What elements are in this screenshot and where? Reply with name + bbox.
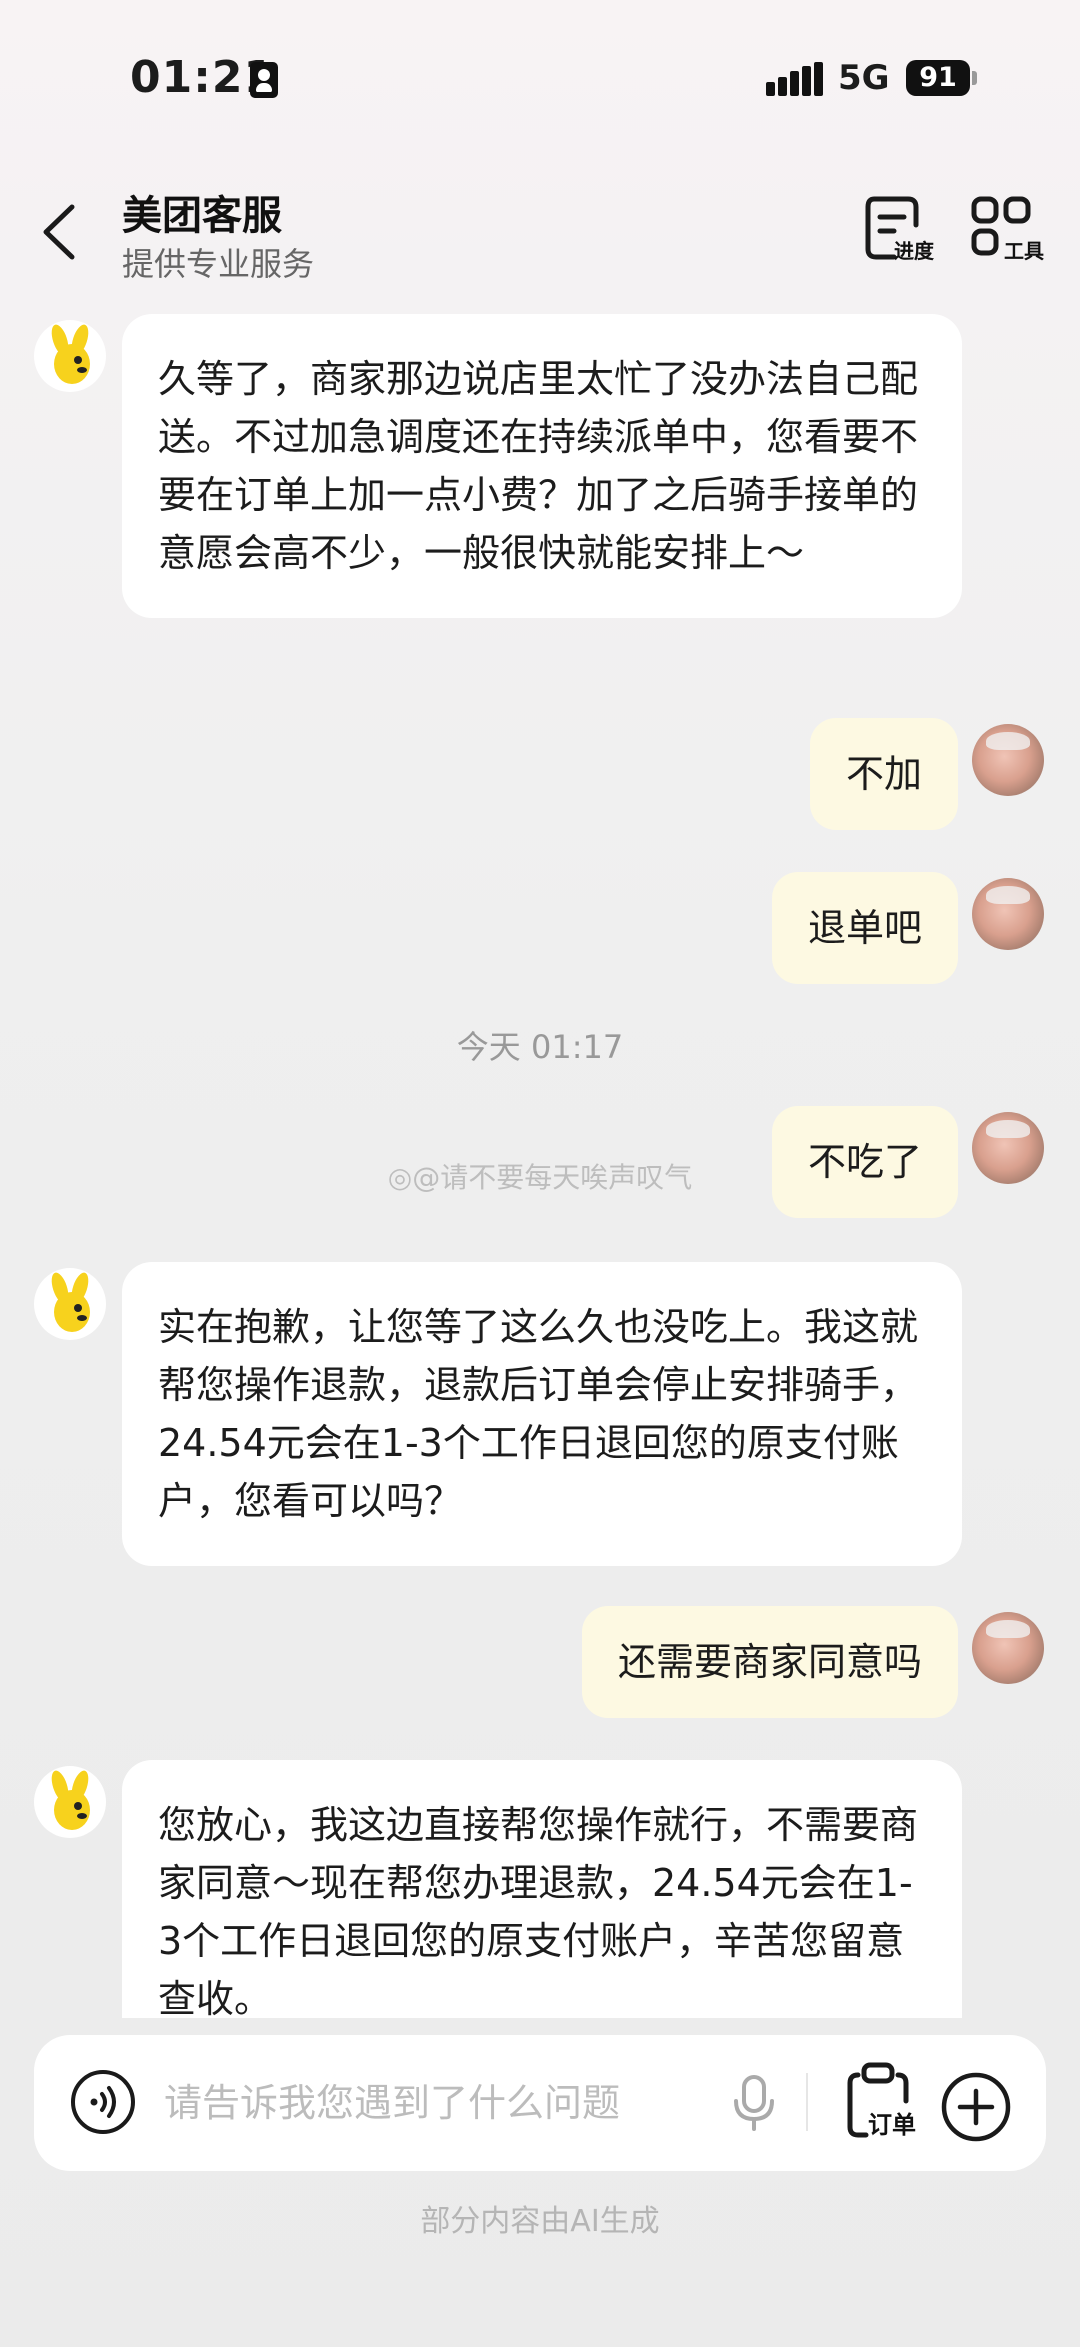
user-avatar [972, 1612, 1044, 1684]
chevron-left-icon [43, 204, 75, 260]
add-button[interactable] [940, 2071, 1012, 2143]
person-icon [250, 62, 278, 98]
order-label: 订单 [868, 2111, 916, 2139]
tools-button[interactable]: 工具 [970, 195, 1050, 265]
signal-icon [766, 62, 823, 96]
bot-avatar [34, 1766, 106, 1838]
mascot-icon [51, 1272, 90, 1332]
bot-avatar [34, 1268, 106, 1340]
mascot-icon [51, 1770, 90, 1830]
chat-header: 美团客服 提供专业服务 进度 工具 [0, 175, 1080, 295]
bot-avatar [34, 320, 106, 392]
network-type: 5G [838, 58, 890, 98]
page-subtitle: 提供专业服务 [122, 245, 315, 283]
bot-message: 实在抱歉，让您等了这么久也没吃上。我这就帮您操作退款，退款后订单会停止安排骑手，… [122, 1262, 962, 1566]
input-bar: 订单 [34, 2035, 1046, 2171]
plus-circle-icon [941, 2072, 1011, 2142]
progress-label: 进度 [894, 239, 934, 263]
microphone-button[interactable] [728, 2071, 780, 2135]
user-avatar [972, 878, 1044, 950]
user-message: 退单吧 [771, 872, 958, 984]
order-button[interactable]: 订单 [842, 2061, 934, 2141]
input-divider [806, 2073, 808, 2131]
bot-message: 久等了，商家那边说店里太忙了没办法自己配送。不过加急调度还在持续派单中，您看要不… [122, 314, 962, 618]
battery-icon: 91 [906, 60, 970, 96]
weibo-icon: ◎ [387, 1161, 413, 1194]
battery-tip [972, 71, 977, 85]
sound-wave-icon [71, 2070, 135, 2134]
watermark-text: @请不要每天唉声叹气 [412, 1161, 693, 1194]
progress-button[interactable]: 进度 [864, 195, 944, 265]
tools-label: 工具 [1004, 239, 1044, 263]
message-timestamp: 今天 01:17 [456, 1028, 624, 1066]
microphone-icon [734, 2075, 774, 2131]
ai-disclaimer: 部分内容由AI生成 [420, 2204, 660, 2239]
bot-message: 您放心，我这边直接帮您操作就行，不需要商家同意～现在帮您办理退款，24.54元会… [122, 1760, 962, 2018]
watermark: ◎@请不要每天唉声叹气 [0, 1156, 1080, 1196]
message-input[interactable] [164, 2071, 724, 2135]
message-clip: 您放心，我这边直接帮您操作就行，不需要商家同意～现在帮您办理退款，24.54元会… [122, 1760, 962, 2018]
user-message: 不加 [809, 718, 958, 830]
page-title: 美团客服 [122, 193, 282, 239]
status-bar: 01:21 5G 91 [0, 0, 1080, 160]
back-button[interactable] [36, 197, 86, 267]
mascot-icon [51, 324, 90, 384]
user-message: 还需要商家同意吗 [581, 1606, 958, 1718]
user-avatar [972, 724, 1044, 796]
voice-mode-button[interactable] [70, 2069, 136, 2135]
